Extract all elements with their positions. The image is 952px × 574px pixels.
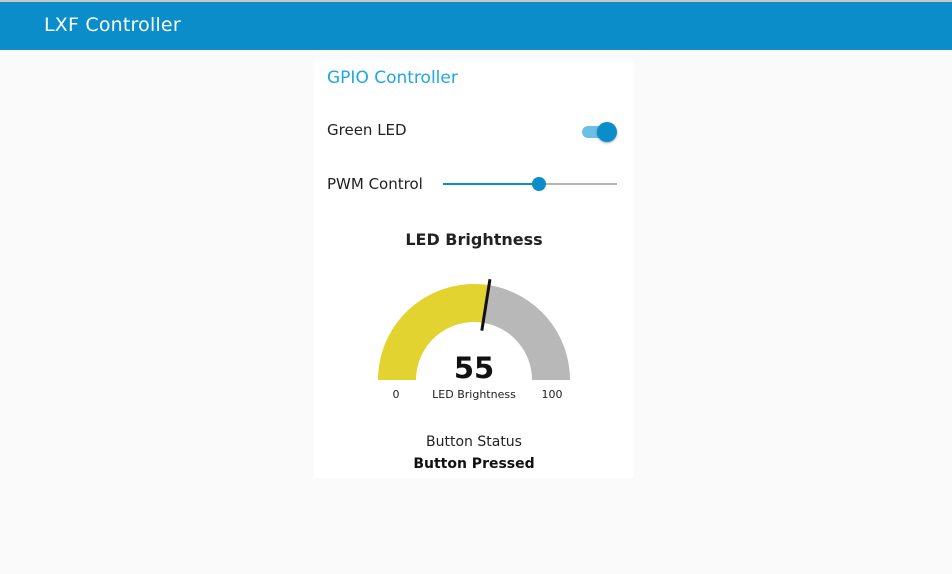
gauge-min-label: 0 <box>393 388 400 401</box>
card-title: GPIO Controller <box>327 68 458 88</box>
gpio-controller-card: GPIO Controller Green LED PWM Control LE… <box>314 60 634 478</box>
gauge-title: LED Brightness <box>405 230 543 249</box>
gauge-max-label: 100 <box>542 388 563 401</box>
button-status-title: Button Status <box>426 434 522 450</box>
gauge-value: 55 <box>454 351 494 385</box>
gauge-remaining-arc <box>483 285 570 380</box>
app-bar: LXF Controller <box>0 2 952 50</box>
led-brightness-gauge: 55 LED Brightness 0 100 <box>378 279 570 401</box>
gauge-label: LED Brightness <box>432 388 516 401</box>
toggle-thumb <box>597 122 617 142</box>
slider-thumb[interactable] <box>531 177 546 191</box>
pwm-slider[interactable] <box>443 176 617 192</box>
pwm-control-label: PWM Control <box>327 175 423 193</box>
button-status-value: Button Pressed <box>413 456 535 472</box>
app-title: LXF Controller <box>44 14 181 36</box>
green-led-label: Green LED <box>327 121 407 139</box>
slider-fill <box>443 183 539 185</box>
green-led-toggle[interactable] <box>582 122 618 142</box>
